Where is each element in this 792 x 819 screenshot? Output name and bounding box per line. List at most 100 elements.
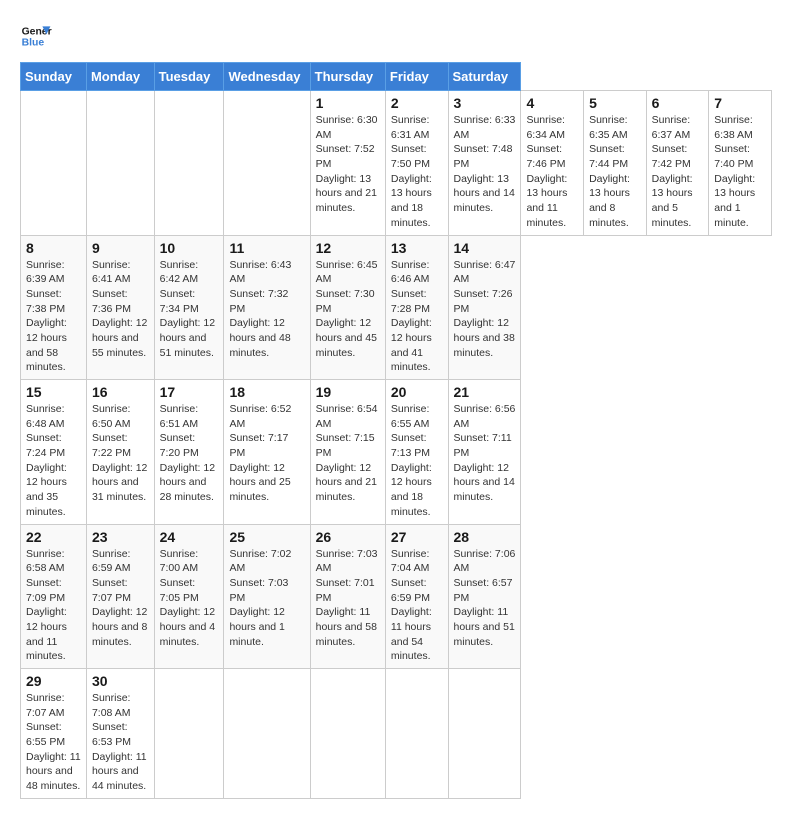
day-number: 20: [391, 384, 443, 400]
day-info: Sunrise: 6:54 AMSunset: 7:15 PMDaylight:…: [316, 402, 380, 505]
calendar-cell: 1Sunrise: 6:30 AMSunset: 7:52 PMDaylight…: [310, 91, 385, 236]
calendar-cell: 16 Sunrise: 6:50 AMSunset: 7:22 PMDayligh…: [86, 380, 154, 525]
calendar-cell: 17 Sunrise: 6:51 AMSunset: 7:20 PMDayligh…: [154, 380, 224, 525]
day-info: Sunrise: 6:34 AMSunset: 7:46 PMDaylight:…: [526, 113, 578, 231]
calendar-cell: [224, 91, 310, 236]
calendar-cell: 30 Sunrise: 7:08 AMSunset: 6:53 PMDayligh…: [86, 669, 154, 799]
calendar-cell: 28Sunrise: 7:06 AMSunset: 6:57 PMDayligh…: [448, 524, 521, 669]
calendar-cell: 5 Sunrise: 6:35 AMSunset: 7:44 PMDaylight…: [584, 91, 647, 236]
day-number: 29: [26, 673, 81, 689]
day-info: Sunrise: 6:56 AMSunset: 7:11 PMDaylight:…: [454, 402, 516, 505]
day-number: 12: [316, 240, 380, 256]
day-info: Sunrise: 6:35 AMSunset: 7:44 PMDaylight:…: [589, 113, 641, 231]
calendar-cell: 6 Sunrise: 6:37 AMSunset: 7:42 PMDaylight…: [646, 91, 709, 236]
day-number: 9: [92, 240, 149, 256]
day-info: Sunrise: 6:33 AMSunset: 7:48 PMDaylight:…: [454, 113, 516, 216]
day-info: Sunrise: 6:39 AMSunset: 7:38 PMDaylight:…: [26, 258, 81, 376]
calendar-cell: 21 Sunrise: 6:56 AMSunset: 7:11 PMDayligh…: [448, 380, 521, 525]
day-header-tuesday: Tuesday: [154, 63, 224, 91]
calendar-header-row: SundayMondayTuesdayWednesdayThursdayFrid…: [21, 63, 772, 91]
calendar-cell: [154, 91, 224, 236]
calendar-cell: 8 Sunrise: 6:39 AMSunset: 7:38 PMDaylight…: [21, 235, 87, 380]
day-number: 16: [92, 384, 149, 400]
day-number: 3: [454, 95, 516, 111]
day-info: Sunrise: 6:45 AMSunset: 7:30 PMDaylight:…: [316, 258, 380, 361]
day-info: Sunrise: 7:04 AMSunset: 6:59 PMDaylight:…: [391, 547, 443, 665]
day-number: 14: [454, 240, 516, 256]
day-info: Sunrise: 7:00 AMSunset: 7:05 PMDaylight:…: [160, 547, 219, 650]
day-header-sunday: Sunday: [21, 63, 87, 91]
page-header: General Blue: [20, 20, 772, 52]
day-header-saturday: Saturday: [448, 63, 521, 91]
day-number: 10: [160, 240, 219, 256]
day-info: Sunrise: 6:50 AMSunset: 7:22 PMDaylight:…: [92, 402, 149, 505]
day-number: 1: [316, 95, 380, 111]
day-number: 23: [92, 529, 149, 545]
calendar-cell: 20 Sunrise: 6:55 AMSunset: 7:13 PMDayligh…: [385, 380, 448, 525]
day-number: 27: [391, 529, 443, 545]
day-info: Sunrise: 7:08 AMSunset: 6:53 PMDaylight:…: [92, 691, 149, 794]
day-info: Sunrise: 7:02 AMSunset: 7:03 PMDaylight:…: [229, 547, 304, 650]
calendar-cell: 22Sunrise: 6:58 AMSunset: 7:09 PMDayligh…: [21, 524, 87, 669]
day-number: 15: [26, 384, 81, 400]
day-number: 5: [589, 95, 641, 111]
day-number: 22: [26, 529, 81, 545]
day-info: Sunrise: 6:46 AMSunset: 7:28 PMDaylight:…: [391, 258, 443, 376]
week-row-5: 29 Sunrise: 7:07 AMSunset: 6:55 PMDayligh…: [21, 669, 772, 799]
day-number: 30: [92, 673, 149, 689]
day-number: 18: [229, 384, 304, 400]
day-info: Sunrise: 6:47 AMSunset: 7:26 PMDaylight:…: [454, 258, 516, 361]
day-number: 13: [391, 240, 443, 256]
day-header-monday: Monday: [86, 63, 154, 91]
calendar-cell: 25 Sunrise: 7:02 AMSunset: 7:03 PMDayligh…: [224, 524, 310, 669]
calendar-cell: 2Sunrise: 6:31 AMSunset: 7:50 PMDaylight…: [385, 91, 448, 236]
calendar-cell: 10 Sunrise: 6:42 AMSunset: 7:34 PMDayligh…: [154, 235, 224, 380]
day-info: Sunrise: 6:37 AMSunset: 7:42 PMDaylight:…: [652, 113, 704, 231]
day-number: 28: [454, 529, 516, 545]
calendar-cell: 19 Sunrise: 6:54 AMSunset: 7:15 PMDayligh…: [310, 380, 385, 525]
day-info: Sunrise: 6:51 AMSunset: 7:20 PMDaylight:…: [160, 402, 219, 505]
logo: General Blue: [20, 20, 52, 52]
calendar-cell: 27 Sunrise: 7:04 AMSunset: 6:59 PMDayligh…: [385, 524, 448, 669]
week-row-4: 22Sunrise: 6:58 AMSunset: 7:09 PMDayligh…: [21, 524, 772, 669]
day-info: Sunrise: 6:31 AMSunset: 7:50 PMDaylight:…: [391, 113, 443, 231]
day-info: Sunrise: 7:03 AMSunset: 7:01 PMDaylight:…: [316, 547, 380, 650]
calendar-cell: 4 Sunrise: 6:34 AMSunset: 7:46 PMDaylight…: [521, 91, 584, 236]
calendar-cell: 7Sunrise: 6:38 AMSunset: 7:40 PMDaylight…: [709, 91, 772, 236]
day-info: Sunrise: 6:42 AMSunset: 7:34 PMDaylight:…: [160, 258, 219, 361]
day-info: Sunrise: 6:41 AMSunset: 7:36 PMDaylight:…: [92, 258, 149, 361]
calendar-cell: [310, 669, 385, 799]
calendar-cell: 9 Sunrise: 6:41 AMSunset: 7:36 PMDaylight…: [86, 235, 154, 380]
day-number: 6: [652, 95, 704, 111]
day-number: 4: [526, 95, 578, 111]
day-number: 25: [229, 529, 304, 545]
calendar-cell: 23 Sunrise: 6:59 AMSunset: 7:07 PMDayligh…: [86, 524, 154, 669]
calendar-cell: 3 Sunrise: 6:33 AMSunset: 7:48 PMDaylight…: [448, 91, 521, 236]
day-header-friday: Friday: [385, 63, 448, 91]
calendar-cell: [86, 91, 154, 236]
calendar-cell: 15Sunrise: 6:48 AMSunset: 7:24 PMDayligh…: [21, 380, 87, 525]
day-number: 11: [229, 240, 304, 256]
day-number: 26: [316, 529, 380, 545]
day-number: 8: [26, 240, 81, 256]
day-info: Sunrise: 6:59 AMSunset: 7:07 PMDaylight:…: [92, 547, 149, 650]
day-info: Sunrise: 6:55 AMSunset: 7:13 PMDaylight:…: [391, 402, 443, 520]
calendar-cell: 29 Sunrise: 7:07 AMSunset: 6:55 PMDayligh…: [21, 669, 87, 799]
day-info: Sunrise: 6:52 AMSunset: 7:17 PMDaylight:…: [229, 402, 304, 505]
calendar-table: SundayMondayTuesdayWednesdayThursdayFrid…: [20, 62, 772, 799]
calendar-cell: 11Sunrise: 6:43 AMSunset: 7:32 PMDayligh…: [224, 235, 310, 380]
week-row-3: 15Sunrise: 6:48 AMSunset: 7:24 PMDayligh…: [21, 380, 772, 525]
svg-text:Blue: Blue: [22, 38, 45, 49]
day-number: 19: [316, 384, 380, 400]
week-row-1: 1Sunrise: 6:30 AMSunset: 7:52 PMDaylight…: [21, 91, 772, 236]
calendar-cell: 24 Sunrise: 7:00 AMSunset: 7:05 PMDayligh…: [154, 524, 224, 669]
calendar-cell: [154, 669, 224, 799]
day-number: 24: [160, 529, 219, 545]
day-info: Sunrise: 7:07 AMSunset: 6:55 PMDaylight:…: [26, 691, 81, 794]
day-number: 17: [160, 384, 219, 400]
calendar-cell: [385, 669, 448, 799]
calendar-cell: 18 Sunrise: 6:52 AMSunset: 7:17 PMDayligh…: [224, 380, 310, 525]
calendar-cell: 13 Sunrise: 6:46 AMSunset: 7:28 PMDayligh…: [385, 235, 448, 380]
day-number: 21: [454, 384, 516, 400]
calendar-cell: [224, 669, 310, 799]
